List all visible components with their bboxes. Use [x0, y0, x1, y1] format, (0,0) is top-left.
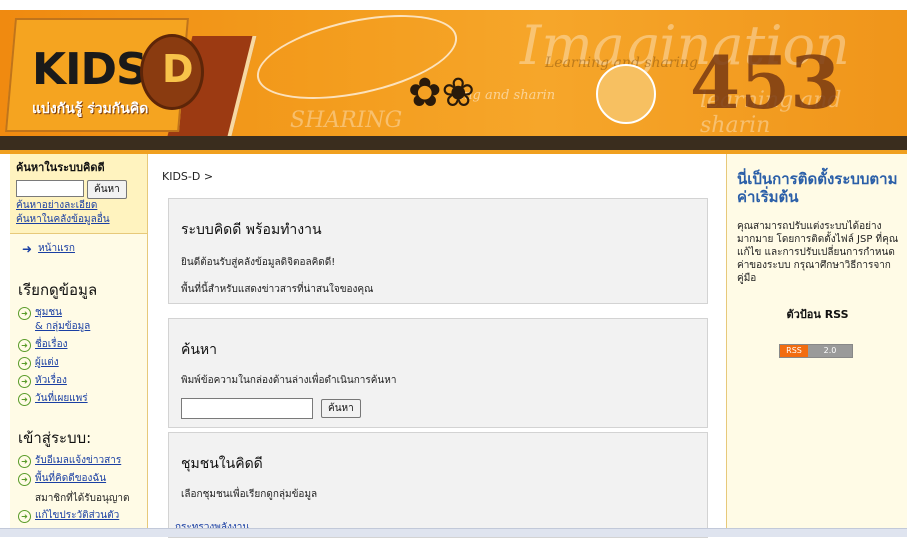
main-search-button[interactable]: ค้นหา [321, 399, 361, 418]
communities-title: ชุมชนในคิดดี [181, 456, 263, 472]
arrow-circle-icon: ➜ [18, 393, 31, 406]
globe-icon [596, 64, 656, 124]
left-sidebar: ค้นหาในระบบคิดดี ค้นหา ค้นหาอย่างละเอียด… [10, 154, 148, 536]
arrow-circle-icon: ➜ [18, 339, 31, 352]
rss-badge-version: 2.0 [808, 345, 852, 357]
rss-badge-label: RSS [780, 345, 808, 357]
sidebar-search-heading: ค้นหาในระบบคิดดี [16, 161, 105, 174]
browse-collections-link[interactable]: & กลุ่มข้อมูล [35, 320, 90, 334]
email-alerts-link[interactable]: รับอีเมลแจ้งข่าวสาร [35, 454, 121, 468]
logo-d-letter: D [162, 47, 194, 91]
news-title: ระบบคิดดี พร้อมทำงาน [181, 222, 322, 238]
edit-profile-link[interactable]: แก้ไขประวัติส่วนตัว [35, 509, 119, 523]
arrow-circle-icon: ➜ [18, 473, 31, 486]
browse-communities-link[interactable]: ชุมชน [35, 306, 90, 320]
arrow-circle-icon: ➜ [18, 357, 31, 370]
banner-top-strip [0, 0, 907, 10]
list-item: ➜ ชื่อเรื่อง [18, 338, 147, 352]
main-content: KIDS-D > ระบบคิดดี พร้อมทำงาน ยินดีต้อนร… [148, 154, 725, 538]
list-item: ➜ พื้นที่คิดดีของฉัน สมาชิกที่ได้รับอนุญ… [18, 472, 147, 505]
list-item: ➜ ผู้แต่ง [18, 356, 147, 370]
home-nav: ➜ หน้าแรก [22, 242, 147, 256]
communities-instruction: เลือกชุมชนเพื่อเรียกดูกลุ่มข้อมูล [181, 489, 318, 500]
search-panel-title: ค้นหา [181, 342, 218, 358]
site-banner: KIDS D แบ่งกันรู้ ร่วมกันคิด Imagination… [0, 0, 907, 150]
arrow-circle-icon: ➜ [18, 307, 31, 320]
dancing-figures-icon: ✿❀ [408, 70, 476, 116]
browse-date-link[interactable]: วันที่เผยแพร่ [35, 392, 88, 406]
breadcrumb[interactable]: KIDS-D > [162, 170, 213, 183]
browse-heading: เรียกดูข้อมูล [18, 281, 98, 299]
sidebar-search: ค้นหาในระบบคิดดี ค้นหา ค้นหาอย่างละเอียด… [10, 154, 147, 234]
sidebar-search-row: ค้นหา [16, 180, 141, 199]
arrow-circle-icon: ➜ [18, 510, 31, 523]
list-item: ➜ ชุมชน & กลุ่มข้อมูล [18, 306, 147, 334]
advanced-search-link[interactable]: ค้นหาอย่างละเอียด [16, 199, 141, 213]
sidebar-search-input[interactable] [16, 180, 84, 197]
news-info-text: พื้นที่นี้สำหรับแสดงข่าวสารที่น่าสนใจของ… [181, 284, 374, 295]
browse-subject-link[interactable]: หัวเรื่อง [35, 374, 67, 388]
my-space-link[interactable]: พื้นที่คิดดีของฉัน [35, 472, 129, 486]
rss-feeds-title: ตัวป้อน RSS [786, 308, 849, 321]
news-welcome-text: ยินดีต้อนรับสู่คลังข้อมูลดิจิตอลคิดดี! [181, 257, 336, 268]
news-panel: ระบบคิดดี พร้อมทำงาน ยินดีต้อนรับสู่คลัง… [168, 198, 708, 304]
default-install-title: นี่เป็นการติดตั้งระบบตามค่าเริ่มต้น [737, 170, 898, 206]
login-heading: เข้าสู่ระบบ: [18, 429, 92, 447]
site-tagline: แบ่งกันรู้ ร่วมกันคิด [32, 101, 149, 117]
other-repository-search-link[interactable]: ค้นหาในคลังข้อมูลอื่น [16, 213, 141, 227]
list-item: ➜ หัวเรื่อง [18, 374, 147, 388]
arrow-circle-icon: ➜ [18, 375, 31, 388]
banner-dark-band [0, 136, 907, 150]
right-sidebar: นี่เป็นการติดตั้งระบบตามค่าเริ่มต้น คุณส… [726, 154, 907, 536]
site-logo[interactable]: KIDS [32, 44, 148, 95]
list-item: ➜ วันที่เผยแพร่ [18, 392, 147, 406]
default-install-text: คุณสามารถปรับแต่งระบบได้อย่างมากมาย โดยก… [737, 221, 899, 284]
authorized-members-note: สมาชิกที่ได้รับอนุญาต [35, 493, 130, 504]
list-item: ➜ รับอีเมลแจ้งข่าวสาร [18, 454, 147, 468]
list-item: ➜ แก้ไขประวัติส่วนตัว [18, 509, 147, 523]
main-search-input[interactable] [181, 398, 313, 419]
deco-numbers: 453 [690, 40, 841, 125]
sidebar-search-button[interactable]: ค้นหา [87, 180, 127, 199]
deco-sharing-2: SHARING [290, 108, 403, 133]
browse-author-link[interactable]: ผู้แต่ง [35, 356, 59, 370]
login-list: ➜ รับอีเมลแจ้งข่าวสาร ➜ พื้นที่คิดดีของฉั… [10, 454, 147, 523]
browse-title-link[interactable]: ชื่อเรื่อง [35, 338, 67, 352]
search-instruction: พิมพ์ข้อความในกล่องด้านล่างเพื่อดำเนินกา… [181, 375, 397, 386]
browse-list: ➜ ชุมชน & กลุ่มข้อมูล ➜ ชื่อเรื่อง ➜ ผู้แต… [10, 306, 147, 406]
arrow-circle-icon: ➜ [18, 455, 31, 468]
main-search-row: ค้นหา [181, 398, 707, 419]
arrow-right-icon: ➜ [22, 242, 33, 256]
search-panel: ค้นหา พิมพ์ข้อความในกล่องด้านล่างเพื่อดำ… [168, 318, 708, 428]
home-link[interactable]: หน้าแรก [38, 242, 75, 256]
rss-badge-button[interactable]: RSS 2.0 [779, 344, 853, 358]
logo-d-mark: D [140, 34, 204, 110]
communities-panel: ชุมชนในคิดดี เลือกชุมชนเพื่อเรียกดูกลุ่ม… [168, 432, 708, 538]
